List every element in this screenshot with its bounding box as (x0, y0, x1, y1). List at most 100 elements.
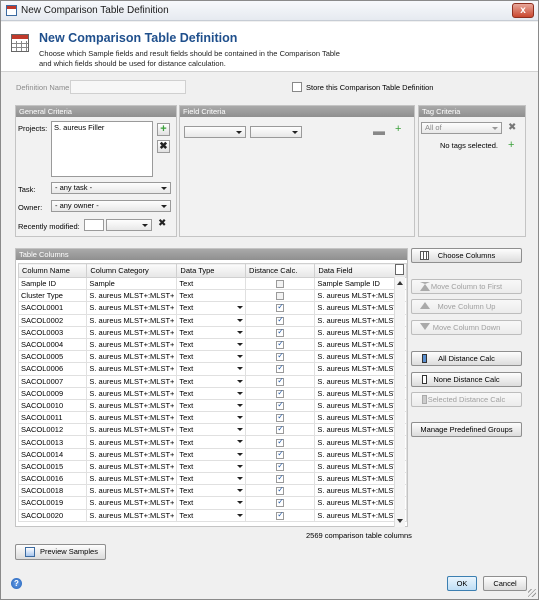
cell-column-category[interactable]: Sample (86, 276, 178, 291)
move-column-down-button[interactable]: Move Column Down (411, 320, 522, 335)
distance-calc-checkbox[interactable] (276, 280, 285, 289)
chevron-down-icon[interactable] (237, 318, 244, 322)
none-distance-calc-button[interactable]: None Distance Calc (411, 372, 522, 387)
table-row[interactable]: SACOL0014 S. aureus MLST+:MLST+ Text S. aur… (17, 447, 407, 461)
chevron-down-icon[interactable] (237, 379, 244, 383)
cell-data-type[interactable]: Text (176, 386, 247, 400)
distance-calc-checkbox[interactable] (276, 303, 285, 313)
field-criteria-select-1[interactable] (184, 126, 246, 138)
distance-calc-checkbox[interactable] (276, 474, 285, 484)
cell-column-name[interactable]: SACOL0014 (17, 447, 88, 461)
cell-data-type[interactable]: Text (176, 471, 247, 486)
cell-column-name[interactable]: SACOL0019 (17, 496, 88, 510)
cell-distance-calc[interactable] (245, 301, 316, 315)
chevron-down-icon[interactable] (237, 452, 244, 456)
distance-calc-checkbox[interactable] (276, 498, 285, 508)
table-row[interactable]: SACOL0020 S. aureus MLST+:MLST+ Text S. aur… (17, 508, 407, 522)
cell-data-type[interactable]: Text (176, 459, 247, 474)
cell-column-category[interactable]: S. aureus MLST+:MLST+ (86, 447, 178, 461)
cell-distance-calc[interactable] (245, 374, 316, 388)
project-item[interactable]: S. aureus Filler (52, 122, 152, 133)
cell-column-category[interactable]: S. aureus MLST+:MLST+ (86, 362, 178, 376)
distance-calc-checkbox[interactable] (276, 486, 285, 496)
remove-field-criterion-icon[interactable]: ▬ (373, 124, 385, 138)
cell-data-type[interactable]: Text (176, 325, 247, 339)
table-row[interactable]: SACOL0009 S. aureus MLST+:MLST+ Text S. aur… (17, 386, 407, 400)
table-row[interactable]: SACOL0005 S. aureus MLST+:MLST+ Text S. aur… (17, 350, 407, 364)
chevron-down-icon[interactable] (237, 416, 244, 420)
cell-column-name[interactable]: SACOL0018 (17, 484, 88, 498)
cell-distance-calc[interactable] (245, 423, 316, 437)
cell-data-field[interactable]: S. aureus MLST+:MLST (314, 289, 407, 303)
distance-calc-checkbox[interactable] (276, 292, 285, 301)
distance-calc-checkbox[interactable] (276, 449, 285, 459)
chevron-down-icon[interactable] (237, 501, 244, 505)
table-row[interactable]: SACOL0006 S. aureus MLST+:MLST+ Text S. aur… (17, 362, 407, 376)
resize-grip-icon[interactable] (528, 589, 536, 597)
table-row[interactable]: SACOL0001 S. aureus MLST+:MLST+ Text S. aur… (17, 301, 407, 315)
cell-data-type[interactable]: Text (176, 362, 247, 376)
cell-column-category[interactable]: S. aureus MLST+:MLST+ (86, 301, 178, 315)
cell-column-category[interactable]: S. aureus MLST+:MLST+ (86, 325, 178, 339)
cell-data-type[interactable]: Text (176, 337, 247, 352)
cell-column-name[interactable]: SACOL0002 (17, 313, 88, 327)
cell-distance-calc[interactable] (245, 386, 316, 400)
cell-column-category[interactable]: S. aureus MLST+:MLST+ (86, 411, 178, 425)
cell-distance-calc[interactable] (245, 435, 316, 449)
cell-column-name[interactable]: SACOL0004 (17, 337, 88, 352)
cell-data-field[interactable]: S. aureus MLST+:MLST (314, 386, 407, 400)
cell-data-field[interactable]: S. aureus MLST+:MLST (314, 508, 407, 522)
cell-distance-calc[interactable] (245, 362, 316, 376)
cell-data-type[interactable]: Text (176, 484, 247, 498)
cell-distance-calc[interactable] (245, 496, 316, 510)
cell-data-type[interactable]: Text (176, 447, 247, 461)
cell-column-name[interactable]: SACOL0010 (17, 398, 88, 413)
distance-calc-checkbox[interactable] (276, 388, 285, 398)
cell-data-field[interactable]: S. aureus MLST+:MLST (314, 411, 407, 425)
distance-calc-checkbox[interactable] (276, 352, 285, 362)
cell-distance-calc[interactable] (245, 276, 316, 291)
cell-data-field[interactable]: S. aureus MLST+:MLST (314, 459, 407, 474)
cell-data-type[interactable]: Text (176, 350, 247, 364)
cell-column-category[interactable]: S. aureus MLST+:MLST+ (86, 386, 178, 400)
chevron-down-icon[interactable] (237, 391, 244, 395)
cell-data-type[interactable]: Text (176, 301, 247, 315)
cell-distance-calc[interactable] (245, 459, 316, 474)
help-icon[interactable]: ? (11, 578, 22, 589)
recently-modified-number[interactable] (84, 219, 104, 231)
field-criteria-select-2[interactable] (250, 126, 302, 138)
all-distance-calc-button[interactable]: All Distance Calc (411, 351, 522, 366)
table-row[interactable]: SACOL0003 S. aureus MLST+:MLST+ Text S. aur… (17, 325, 407, 339)
cell-distance-calc[interactable] (245, 411, 316, 425)
cell-column-name[interactable]: SACOL0003 (17, 325, 88, 339)
cell-distance-calc[interactable] (245, 325, 316, 339)
column-header-category[interactable]: Column Category (86, 263, 178, 278)
cell-data-type[interactable]: Text (176, 289, 247, 303)
cell-column-category[interactable]: S. aureus MLST+:MLST+ (86, 350, 178, 364)
cell-column-name[interactable]: Sample ID (17, 276, 88, 291)
cell-column-category[interactable]: S. aureus MLST+:MLST+ (86, 471, 178, 486)
table-scrollbar[interactable] (394, 277, 405, 527)
cell-column-category[interactable]: S. aureus MLST+:MLST+ (86, 435, 178, 449)
cell-data-field[interactable]: S. aureus MLST+:MLST (314, 325, 407, 339)
cell-data-type[interactable]: Text (176, 435, 247, 449)
cancel-button[interactable]: Cancel (483, 576, 527, 591)
cell-column-name[interactable]: SACOL0012 (17, 423, 88, 437)
cell-column-name[interactable]: SACOL0013 (17, 435, 88, 449)
table-row[interactable]: SACOL0016 S. aureus MLST+:MLST+ Text S. aur… (17, 471, 407, 486)
table-row[interactable]: Sample ID Sample Text Sample Sample ID (17, 276, 407, 291)
column-header-data-field[interactable]: Data Field (314, 263, 407, 278)
cell-distance-calc[interactable] (245, 398, 316, 413)
scroll-up-icon[interactable] (397, 281, 403, 285)
chevron-down-icon[interactable] (237, 440, 244, 444)
cell-column-category[interactable]: S. aureus MLST+:MLST+ (86, 313, 178, 327)
cell-data-field[interactable]: S. aureus MLST+:MLST (314, 362, 407, 376)
preview-samples-button[interactable]: Preview Samples (15, 544, 106, 560)
chevron-down-icon[interactable] (237, 464, 244, 468)
distance-calc-checkbox[interactable] (276, 510, 285, 520)
cell-column-category[interactable]: S. aureus MLST+:MLST+ (86, 337, 178, 352)
cell-column-name[interactable]: SACOL0011 (17, 411, 88, 425)
table-row[interactable]: SACOL0002 S. aureus MLST+:MLST+ Text S. aur… (17, 313, 407, 327)
cell-data-field[interactable]: S. aureus MLST+:MLST (314, 374, 407, 388)
cell-data-field[interactable]: Sample Sample ID (314, 276, 407, 291)
